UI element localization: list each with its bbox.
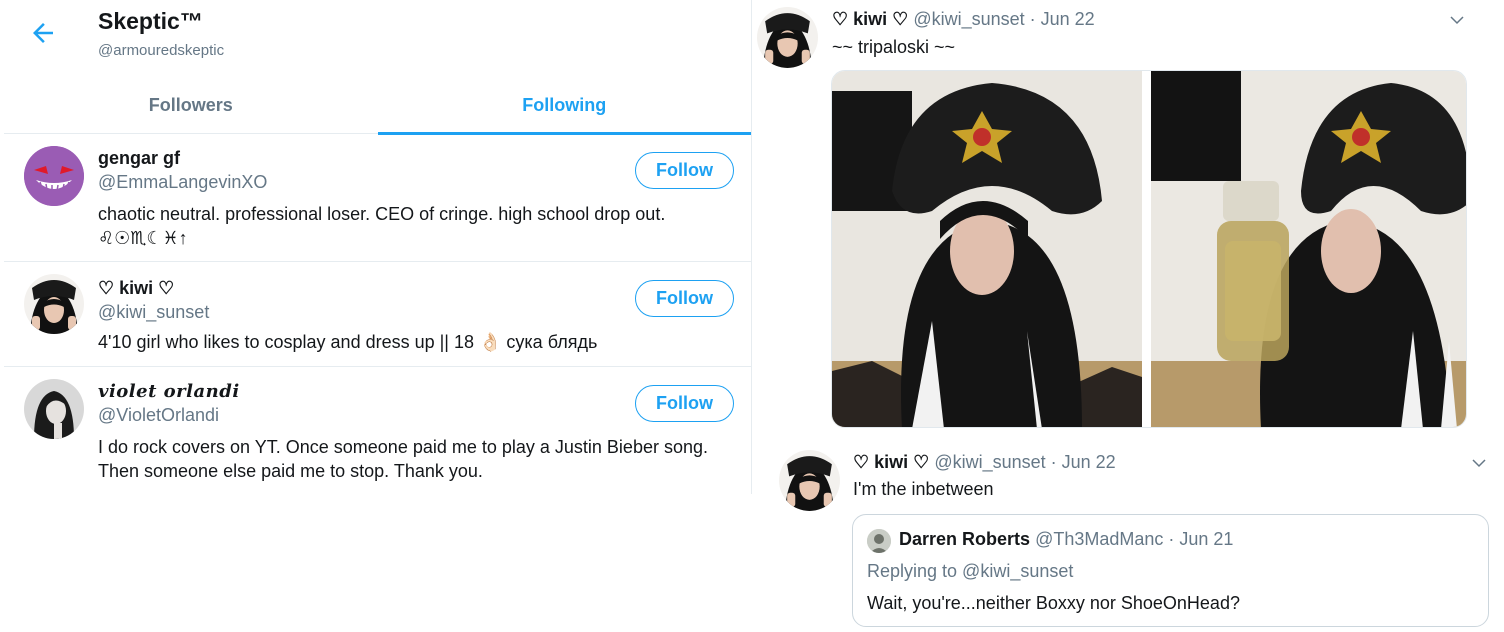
user-bio: 4'10 girl who likes to cosplay and dress…	[98, 330, 738, 354]
follow-button[interactable]: Follow	[635, 280, 734, 317]
list-item[interactable]: ♡ kiwi ♡ @kiwi_sunset 4'10 girl who like…	[4, 262, 751, 367]
tab-bar: Followers Following	[4, 78, 752, 135]
tweet-author-name[interactable]: ♡ kiwi ♡	[853, 452, 929, 472]
list-item[interactable]: gengar gf @EmmaLangevinXO chaotic neutra…	[4, 134, 751, 262]
bio-line: chaotic neutral. professional loser. CEO…	[98, 204, 666, 224]
user-bio: chaotic neutral. professional loser. CEO…	[98, 202, 738, 250]
tweet-author-meta[interactable]: @kiwi_sunset · Jun 22	[934, 452, 1115, 472]
user-handle: @kiwi_sunset	[98, 302, 210, 322]
tweet-text: ~~ tripaloski ~~	[832, 37, 956, 57]
list-item[interactable]: violet orlandi @VioletOrlandi I do rock …	[4, 367, 751, 494]
bio-line: Then someone else paid me to stop. Thank…	[98, 461, 483, 481]
user-handle: @VioletOrlandi	[98, 405, 219, 425]
following-panel: Skeptic™ @armouredskeptic Followers Foll…	[0, 0, 752, 494]
chevron-down-icon[interactable]	[1448, 11, 1466, 29]
user-name[interactable]: gengar gf	[98, 148, 180, 169]
chevron-down-icon[interactable]	[1470, 454, 1488, 472]
quoted-text: Wait, you're...neither Boxxy nor ShoeOnH…	[867, 593, 1240, 613]
avatar[interactable]	[24, 274, 84, 334]
follow-button[interactable]: Follow	[635, 152, 734, 189]
avatar[interactable]	[24, 146, 84, 206]
quoted-tweet[interactable]: Darren Roberts @Th3MadManc · Jun 21 Repl…	[852, 514, 1489, 627]
tab-followers[interactable]: Followers	[4, 78, 378, 133]
profile-name: Skeptic™	[98, 8, 203, 34]
avatar[interactable]	[24, 379, 84, 439]
profile-handle: @armouredskeptic	[98, 42, 225, 59]
tweet-media	[831, 70, 1467, 428]
bio-line: ♌︎☉♏︎☾♓︎↑	[98, 228, 188, 248]
tweet-photo[interactable]	[832, 71, 1148, 427]
tweet-header: ♡ kiwi ♡ @kiwi_sunset · Jun 22	[832, 9, 1095, 30]
avatar[interactable]	[757, 7, 818, 68]
user-handle: @EmmaLangevinXO	[98, 172, 268, 192]
avatar	[867, 529, 891, 553]
tweet-photo[interactable]	[1150, 71, 1466, 427]
avatar[interactable]	[779, 450, 840, 511]
replying-to[interactable]: Replying to @kiwi_sunset	[867, 561, 1073, 582]
back-arrow-icon[interactable]	[28, 18, 58, 48]
follow-button[interactable]: Follow	[635, 385, 734, 422]
tweet-text: I'm the inbetween	[853, 479, 994, 499]
tweet-author-meta[interactable]: @kiwi_sunset · Jun 22	[913, 9, 1094, 29]
quoted-author-name[interactable]: Darren Roberts	[899, 529, 1030, 549]
user-name[interactable]: ♡ kiwi ♡	[98, 278, 174, 299]
user-name[interactable]: violet orlandi	[98, 381, 240, 402]
quoted-author-meta[interactable]: @Th3MadManc · Jun 21	[1035, 529, 1233, 549]
tab-following[interactable]: Following	[377, 78, 752, 135]
user-bio: I do rock covers on YT. Once someone pai…	[98, 435, 738, 483]
quoted-header: Darren Roberts @Th3MadManc · Jun 21	[899, 529, 1233, 550]
bio-line: 4'10 girl who likes to cosplay and dress…	[98, 332, 598, 352]
tweet-header: ♡ kiwi ♡ @kiwi_sunset · Jun 22	[853, 452, 1116, 473]
bio-line: I do rock covers on YT. Once someone pai…	[98, 437, 708, 457]
tweet-author-name[interactable]: ♡ kiwi ♡	[832, 9, 908, 29]
